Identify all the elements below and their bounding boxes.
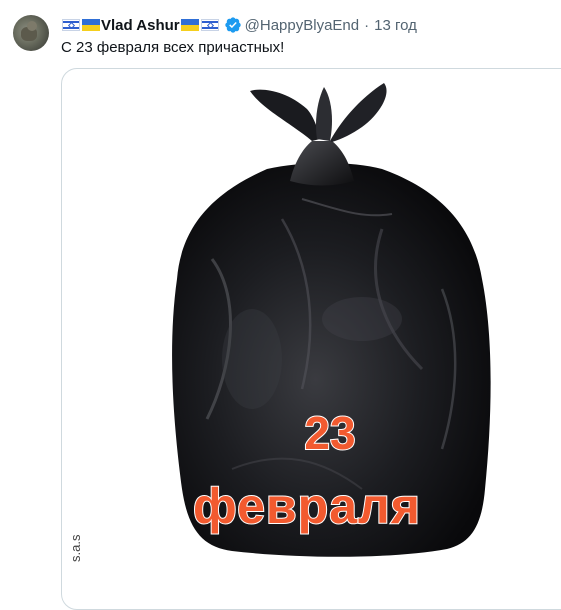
tweet-media-image[interactable]: 23 февраля s.a.s: [61, 68, 561, 610]
caption-word: февраля: [192, 477, 421, 535]
israel-flag-icon: [200, 19, 219, 31]
ukraine-flag-icon: [82, 19, 100, 31]
signature-label: s.a.s: [68, 534, 83, 562]
author-name[interactable]: Vlad Ashur: [101, 17, 180, 34]
ukraine-flag-icon: [180, 19, 199, 31]
caption-number: 23: [303, 406, 356, 460]
tweet-text: С 23 февраля всех причастных!: [61, 39, 285, 56]
israel-flag-icon: [62, 19, 80, 31]
author-handle[interactable]: @HappyBlyaEnd: [245, 17, 359, 34]
verified-badge-icon: [224, 17, 241, 33]
tweet[interactable]: Vlad Ashur @HappyBlyaEnd · 13 год С 23 ф…: [0, 0, 561, 610]
avatar[interactable]: [13, 15, 49, 51]
separator-dot: ·: [364, 16, 370, 34]
tweet-header: Vlad Ashur @HappyBlyaEnd · 13 год: [61, 14, 417, 36]
avatar-shape: [27, 21, 37, 31]
tweet-timestamp[interactable]: 13 год: [374, 17, 417, 34]
